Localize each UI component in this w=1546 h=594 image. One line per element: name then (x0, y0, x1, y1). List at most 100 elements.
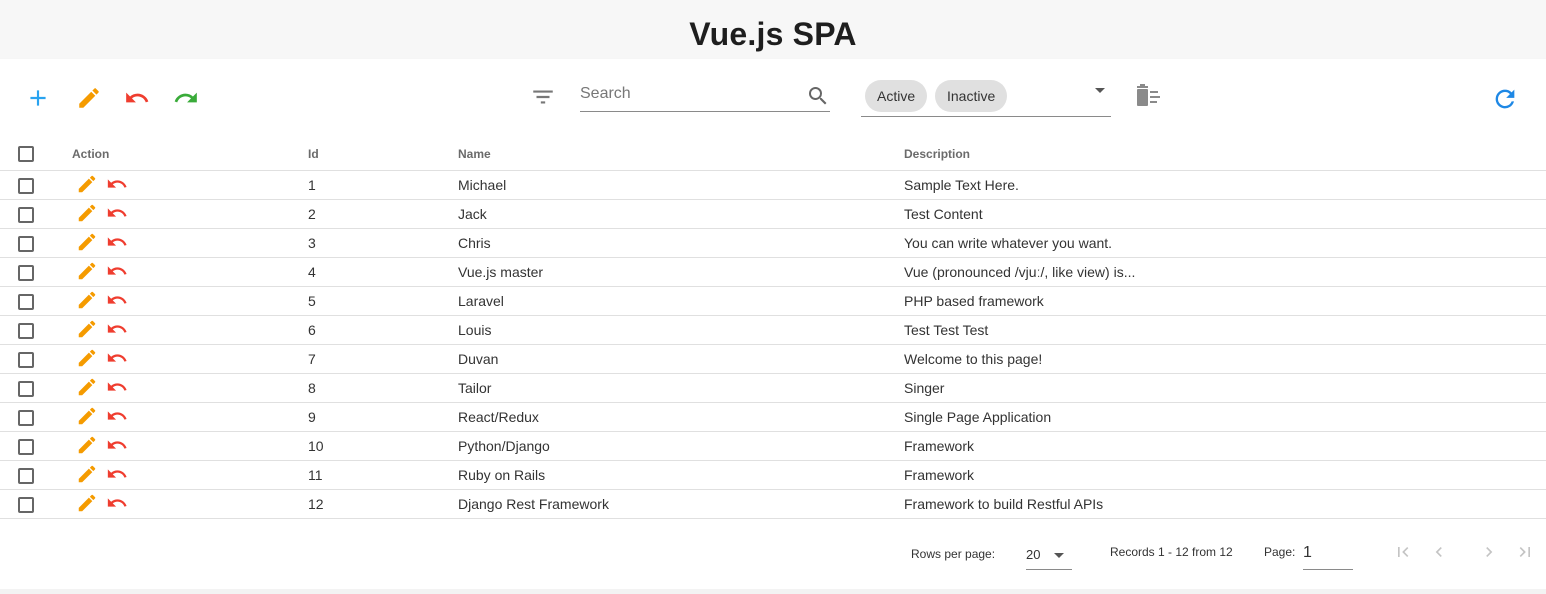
header-name[interactable]: Name (458, 138, 904, 171)
search-field[interactable] (580, 79, 830, 112)
table-row[interactable]: 10 Python/Django Framework (0, 431, 1546, 461)
chip-inactive[interactable]: Inactive (935, 80, 1008, 112)
row-undo-button[interactable] (105, 318, 129, 340)
table-row[interactable]: 4 Vue.js master Vue (pronounced /vjuː/, li… (0, 257, 1546, 287)
row-id: 1 (308, 170, 458, 200)
row-undo-button[interactable] (105, 202, 129, 224)
row-edit-button[interactable] (75, 347, 99, 369)
page-title: Vue.js SPA (689, 15, 857, 52)
rows-per-page-select[interactable]: 20 (1026, 535, 1072, 570)
row-checkbox[interactable] (18, 467, 34, 484)
row-undo-button[interactable] (105, 492, 129, 514)
add-button[interactable] (24, 84, 52, 112)
chip-active[interactable]: Active (865, 80, 928, 112)
select-all-checkbox[interactable] (18, 146, 34, 162)
row-checkbox[interactable] (18, 206, 34, 223)
row-undo-button[interactable] (105, 260, 129, 282)
row-checkbox[interactable] (18, 177, 34, 194)
previous-page-button[interactable] (1428, 541, 1450, 563)
row-edit-button[interactable] (75, 492, 99, 514)
row-undo-button[interactable] (105, 376, 129, 398)
undo-icon (107, 410, 127, 420)
row-undo-button[interactable] (105, 173, 129, 195)
redo-button[interactable] (172, 84, 200, 112)
row-edit-button[interactable] (75, 173, 99, 195)
row-checkbox[interactable] (18, 322, 34, 339)
row-id: 3 (308, 228, 458, 258)
row-checkbox[interactable] (18, 235, 34, 252)
row-actions (75, 376, 129, 398)
table-row[interactable]: 8 Tailor Singer (0, 373, 1546, 403)
edit-button[interactable] (75, 84, 103, 112)
table-row[interactable]: 5 Laravel PHP based framework (0, 286, 1546, 316)
table-row[interactable]: 9 React/Redux Single Page Application (0, 402, 1546, 432)
row-actions (75, 405, 129, 427)
table-row[interactable]: 7 Duvan Welcome to this page! (0, 344, 1546, 374)
row-edit-button[interactable] (75, 405, 99, 427)
first-page-button[interactable] (1392, 541, 1414, 563)
row-undo-button[interactable] (105, 405, 129, 427)
row-actions (75, 492, 129, 514)
row-undo-button[interactable] (105, 463, 129, 485)
row-name: Duvan (458, 344, 904, 374)
pencil-icon (78, 233, 96, 250)
select-all-cell (0, 138, 72, 171)
row-description: Framework (904, 460, 1546, 490)
row-edit-button[interactable] (75, 318, 99, 340)
row-edit-button[interactable] (75, 202, 99, 224)
page-bottom-strip (0, 589, 1546, 594)
header-description[interactable]: Description (904, 138, 1546, 171)
row-checkbox[interactable] (18, 438, 34, 455)
last-page-icon (1519, 547, 1530, 557)
chevron-down-icon (1054, 553, 1064, 558)
chevron-down-icon[interactable] (1095, 88, 1105, 93)
table-row[interactable]: 12 Django Rest Framework Framework to buil… (0, 489, 1546, 519)
row-select-cell (0, 228, 72, 258)
table-row[interactable]: 1 Michael Sample Text Here. (0, 170, 1546, 200)
row-checkbox[interactable] (18, 264, 34, 281)
row-undo-button[interactable] (105, 289, 129, 311)
table-row[interactable]: 2 Jack Test Content (0, 199, 1546, 229)
page-label: Page: (1264, 545, 1296, 559)
table-row[interactable]: 3 Chris You can write whatever you want. (0, 228, 1546, 258)
row-undo-button[interactable] (105, 347, 129, 369)
next-page-button[interactable] (1478, 541, 1500, 563)
row-edit-button[interactable] (75, 376, 99, 398)
search-input[interactable] (580, 85, 800, 103)
undo-icon (107, 381, 127, 391)
row-name: Django Rest Framework (458, 489, 904, 519)
row-description: PHP based framework (904, 286, 1546, 316)
undo-button[interactable] (123, 84, 151, 112)
delete-sweep-icon[interactable] (1134, 84, 1162, 110)
filter-icon[interactable] (530, 84, 556, 110)
row-description: Framework (904, 431, 1546, 461)
row-id: 6 (308, 315, 458, 345)
row-actions (75, 463, 129, 485)
status-filter-select[interactable]: Active Inactive (861, 76, 1111, 117)
row-edit-button[interactable] (75, 231, 99, 253)
row-name: Tailor (458, 373, 904, 403)
row-checkbox[interactable] (18, 409, 34, 426)
rows-per-page-label: Rows per page: (911, 547, 996, 561)
header-id[interactable]: Id (308, 138, 458, 171)
last-page-button[interactable] (1514, 541, 1536, 563)
refresh-icon[interactable] (1491, 85, 1519, 113)
row-edit-button[interactable] (75, 289, 99, 311)
table-row[interactable]: 11 Ruby on Rails Framework (0, 460, 1546, 490)
row-undo-button[interactable] (105, 434, 129, 456)
row-edit-button[interactable] (75, 463, 99, 485)
row-action-cell (72, 199, 308, 229)
row-edit-button[interactable] (75, 260, 99, 282)
row-checkbox[interactable] (18, 293, 34, 310)
row-name: Jack (458, 199, 904, 229)
row-select-cell (0, 170, 72, 200)
row-edit-button[interactable] (75, 434, 99, 456)
table-row[interactable]: 6 Louis Test Test Test (0, 315, 1546, 345)
row-undo-button[interactable] (105, 231, 129, 253)
page-input[interactable]: 1 (1303, 535, 1353, 570)
search-icon[interactable] (806, 84, 830, 108)
row-checkbox[interactable] (18, 351, 34, 368)
pencil-icon (78, 378, 96, 395)
row-checkbox[interactable] (18, 380, 34, 397)
row-checkbox[interactable] (18, 496, 34, 513)
